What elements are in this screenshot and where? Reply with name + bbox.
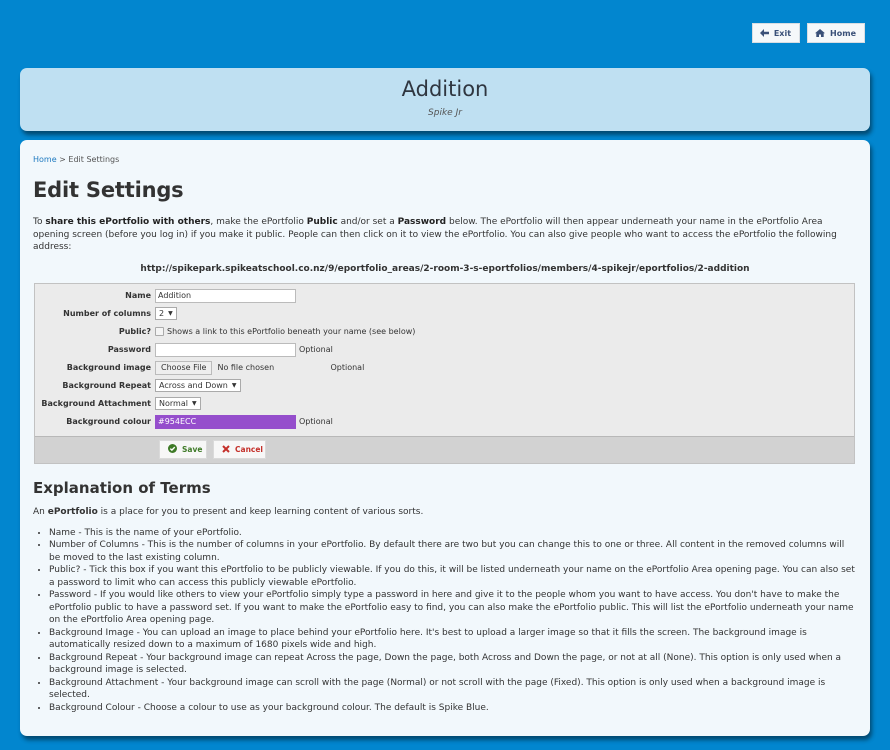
bg-colour-row: Background colour #954ECC Optional	[35, 413, 854, 431]
bg-colour-label: Background colour	[66, 417, 151, 426]
term-item: Password - If you would like others to v…	[49, 589, 857, 627]
intro-bold: share this ePortfolio with others	[45, 217, 211, 227]
password-input[interactable]	[155, 342, 296, 357]
bg-colour-input[interactable]: #954ECC	[155, 414, 296, 429]
public-label: Public?	[118, 327, 151, 336]
term-item: Background Image - You can upload an ima…	[49, 627, 857, 652]
bg-repeat-select[interactable]: Across and Down ▼	[155, 379, 241, 392]
choose-file-button[interactable]: Choose File	[155, 360, 213, 375]
password-label: Password	[107, 345, 151, 354]
x-icon	[222, 444, 230, 455]
save-label: Save	[182, 445, 203, 454]
bg-attachment-select[interactable]: Normal ▼	[155, 397, 201, 410]
cancel-button[interactable]: Cancel	[213, 440, 266, 459]
home-icon	[815, 29, 826, 37]
home-button[interactable]: Home	[807, 23, 865, 43]
term-item: Public? - Tick this box if you want this…	[49, 564, 857, 589]
breadcrumb-separator: >	[56, 155, 69, 164]
exit-label: Exit	[773, 28, 792, 38]
explanation-text: is a place for you to present and keep l…	[97, 506, 424, 517]
password-optional: Optional	[299, 345, 333, 354]
portfolio-owner: Spike Jr	[428, 108, 462, 118]
columns-row: Number of columns 2 ▼	[35, 305, 854, 323]
breadcrumb-current: Edit Settings	[68, 155, 120, 164]
columns-value: 2	[159, 309, 165, 318]
explanation-text: An	[33, 506, 48, 517]
public-row: Public? Shows a link to this ePortfolio …	[35, 323, 854, 341]
main-content: Home > Edit Settings Edit Settings To sh…	[20, 140, 870, 736]
term-item: Background Attachment - Your background …	[49, 677, 857, 702]
term-item: Background Colour - Choose a colour to u…	[49, 702, 857, 715]
home-label: Home	[830, 28, 856, 38]
bg-repeat-label: Background Repeat	[62, 381, 151, 390]
dropdown-arrow-icon: ▼	[191, 400, 197, 407]
bg-image-optional: Optional	[330, 363, 365, 372]
term-item: Background Repeat - Your background imag…	[49, 652, 857, 677]
dropdown-arrow-icon: ▼	[231, 382, 237, 389]
check-circle-icon	[168, 444, 177, 455]
name-input[interactable]	[155, 288, 296, 303]
name-label: Name	[125, 291, 151, 300]
share-instructions: To share this ePortfolio with others, ma…	[33, 216, 857, 254]
intro-text: and/or set a	[337, 217, 398, 227]
top-nav: Exit Home	[751, 23, 865, 43]
public-checkbox[interactable]	[155, 327, 164, 336]
bg-attachment-label: Background Attachment	[41, 399, 151, 408]
file-status: No file chosen	[217, 363, 275, 372]
bg-attachment-row: Background Attachment Normal ▼	[35, 395, 854, 413]
terms-list: Name - This is the name of your ePortfol…	[33, 527, 857, 715]
save-button[interactable]: Save	[159, 440, 207, 459]
name-row: Name	[35, 287, 854, 305]
password-row: Password Optional	[35, 341, 854, 359]
explanation-intro: An ePortfolio is a place for you to pres…	[33, 507, 857, 517]
portfolio-title: Addition	[401, 77, 489, 101]
explanation-title: Explanation of Terms	[33, 478, 211, 497]
dropdown-arrow-icon: ▼	[168, 310, 173, 317]
portfolio-header: Addition Spike Jr	[20, 68, 870, 131]
intro-text: To	[33, 217, 46, 227]
intro-bold: Password	[397, 217, 447, 227]
bg-repeat-row: Background Repeat Across and Down ▼	[35, 377, 854, 395]
bg-repeat-value: Across and Down	[159, 381, 228, 390]
portfolio-address: http://spikepark.spikeatschool.co.nz/9/e…	[140, 263, 750, 274]
intro-bold: Public	[306, 217, 338, 227]
term-item: Number of Columns - This is the number o…	[49, 539, 857, 564]
public-hint: Shows a link to this ePortfolio beneath …	[167, 327, 416, 336]
columns-select[interactable]: 2 ▼	[155, 307, 177, 320]
exit-button[interactable]: Exit	[751, 23, 801, 43]
term-item: Name - This is the name of your ePortfol…	[49, 527, 857, 540]
cancel-label: Cancel	[235, 445, 264, 454]
form-actions: Save Cancel	[35, 435, 854, 463]
breadcrumb-home-link[interactable]: Home	[33, 155, 57, 164]
settings-form: Name Number of columns 2 ▼ Public?	[34, 282, 855, 464]
intro-text: , make the ePortfolio	[210, 217, 307, 227]
arrow-left-icon	[759, 29, 769, 37]
bg-attachment-value: Normal	[159, 399, 188, 408]
page-title: Edit Settings	[33, 178, 184, 202]
bg-image-label: Background image	[66, 363, 151, 372]
breadcrumb: Home > Edit Settings	[33, 155, 857, 164]
bg-colour-optional: Optional	[299, 417, 333, 426]
explanation-bold: ePortfolio	[47, 506, 98, 517]
columns-label: Number of columns	[63, 309, 151, 318]
bg-image-row: Background image Choose File No file cho…	[35, 359, 854, 377]
